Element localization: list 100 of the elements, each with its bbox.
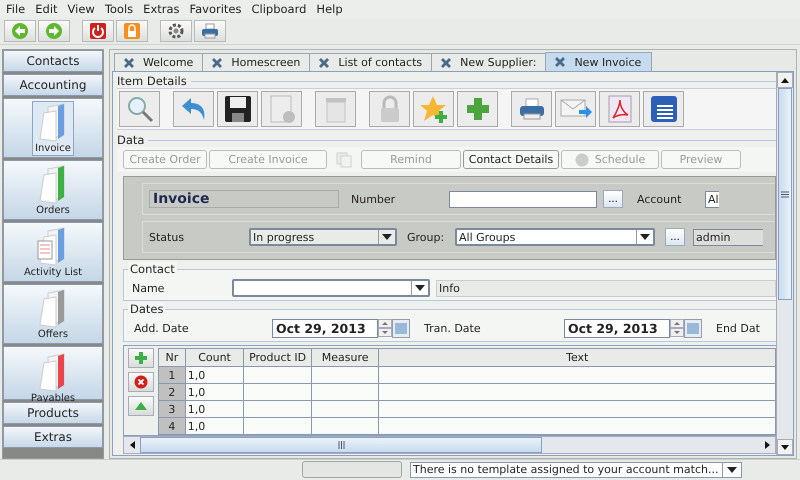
menu-item[interactable]: Help — [312, 2, 349, 16]
spin-down-button[interactable] — [670, 328, 684, 337]
plus-icon — [135, 352, 147, 364]
tab[interactable]: Homescreen — [202, 53, 312, 71]
caret-up-icon — [382, 322, 388, 325]
sidebar-section-header[interactable]: Contacts — [3, 50, 103, 72]
gear-icon — [167, 22, 185, 40]
sidebar-section-header[interactable]: Accounting — [3, 74, 103, 96]
field-label: Tran. Date — [424, 322, 482, 334]
tab[interactable]: Welcome — [114, 53, 204, 71]
caret-down-icon — [640, 234, 650, 240]
sidebar-item[interactable]: Invoice — [32, 100, 74, 156]
sidebar-section-header[interactable]: Extras — [3, 426, 103, 448]
star-plus-icon — [418, 94, 448, 124]
grip-icon — [781, 190, 789, 198]
toolbar-button[interactable] — [194, 20, 226, 42]
account-field[interactable]: Al — [705, 190, 719, 208]
power-icon — [89, 22, 107, 40]
horizontal-scrollbar[interactable] — [123, 436, 776, 454]
table-cell: 1,0 — [185, 366, 244, 384]
table-cell: 1,0 — [185, 384, 244, 401]
caret-down-icon — [415, 285, 425, 291]
vertical-scrollbar[interactable] — [776, 72, 793, 455]
date-field[interactable]: Oct 29, 2013 — [564, 318, 670, 338]
close-icon[interactable] — [440, 56, 452, 68]
toolbar-button[interactable] — [82, 20, 114, 42]
field-label: Name — [132, 282, 166, 294]
document-title: Invoice — [149, 190, 339, 208]
field-label: Account — [637, 192, 682, 206]
text-document-icon — [648, 94, 678, 124]
spin-down-button[interactable] — [378, 328, 392, 337]
tab[interactable]: List of contacts — [309, 53, 434, 71]
field-label: End Dat — [716, 322, 760, 334]
caret-up-icon — [674, 322, 680, 325]
row-number: 2 — [158, 384, 186, 401]
field-label: Number — [351, 192, 396, 206]
number-field[interactable] — [449, 190, 597, 208]
printer-icon — [201, 22, 219, 40]
menu-item[interactable]: Tools — [100, 2, 140, 16]
close-icon[interactable] — [554, 56, 566, 68]
column-header[interactable]: Text — [378, 348, 776, 367]
delete-row-button[interactable] — [128, 372, 154, 392]
menu-item[interactable]: Favorites — [186, 2, 248, 16]
group-dropdown[interactable]: All Groups — [455, 228, 655, 246]
menu-item[interactable]: Extras — [139, 2, 186, 16]
scroll-right-icon — [764, 441, 770, 449]
menu-item[interactable]: Clipboard — [247, 2, 312, 16]
caret-down-icon — [382, 331, 388, 334]
menu-item[interactable]: Edit — [31, 2, 64, 16]
add-row-button[interactable] — [128, 348, 154, 368]
template-message-dropdown[interactable]: There is no template assigned to your account match... — [410, 462, 742, 478]
row-number: 3 — [158, 400, 186, 418]
date-field[interactable]: Oct 29, 2013 — [272, 318, 378, 338]
tab[interactable]: New Supplier: — [431, 53, 548, 71]
column-header[interactable]: Nr — [158, 348, 186, 367]
scroll-up-icon — [781, 78, 789, 82]
calendar-icon[interactable] — [684, 318, 702, 338]
section-title: Contact — [128, 262, 177, 276]
status-dropdown[interactable]: In progress — [249, 228, 397, 246]
caret-down-icon — [382, 234, 392, 240]
move-up-button[interactable] — [128, 396, 154, 416]
padlock-icon — [123, 22, 141, 40]
toolbar-button[interactable] — [160, 20, 192, 42]
table-cell: 1,0 — [185, 400, 244, 418]
grip-icon — [338, 441, 344, 449]
field-label: Status — [149, 230, 186, 244]
section-title: Data — [117, 133, 146, 147]
browse-button[interactable]: ... — [665, 228, 685, 246]
user-field[interactable]: admin — [693, 228, 763, 246]
field-label: Group: — [407, 230, 446, 244]
section-title: Item Details — [117, 74, 188, 88]
sidebar-section-header[interactable]: Products — [3, 402, 103, 424]
name-dropdown[interactable] — [232, 279, 430, 297]
spin-up-button[interactable] — [378, 319, 392, 328]
column-header[interactable]: Measure — [311, 348, 379, 367]
icon-button[interactable] — [217, 91, 258, 127]
menu-item[interactable]: View — [64, 2, 101, 16]
up-arrow-icon — [135, 402, 147, 410]
column-header[interactable]: Count — [185, 348, 244, 367]
column-header[interactable]: Product ID — [244, 348, 312, 367]
circle-icon — [574, 152, 589, 166]
info-field[interactable]: Info — [436, 280, 776, 296]
section-title: Dates — [128, 302, 166, 316]
menu-item[interactable]: File — [2, 2, 32, 16]
delete-icon — [134, 375, 148, 389]
spin-up-button[interactable] — [670, 319, 684, 328]
field-label: Add. Date — [133, 322, 190, 334]
row-number: 4 — [158, 418, 186, 434]
close-icon[interactable] — [211, 56, 224, 68]
scroll-left-icon — [130, 441, 134, 449]
calendar-icon[interactable] — [392, 318, 410, 338]
caret-down-icon — [727, 466, 738, 472]
close-icon[interactable] — [318, 56, 330, 68]
action-button[interactable]: Contact Details — [463, 150, 559, 169]
caret-down-icon — [674, 331, 680, 334]
copy-icon — [336, 152, 352, 168]
browse-button[interactable]: ... — [603, 190, 623, 208]
icon-button[interactable] — [643, 91, 684, 127]
close-icon[interactable] — [123, 56, 135, 68]
tab[interactable]: New Invoice — [545, 52, 652, 71]
